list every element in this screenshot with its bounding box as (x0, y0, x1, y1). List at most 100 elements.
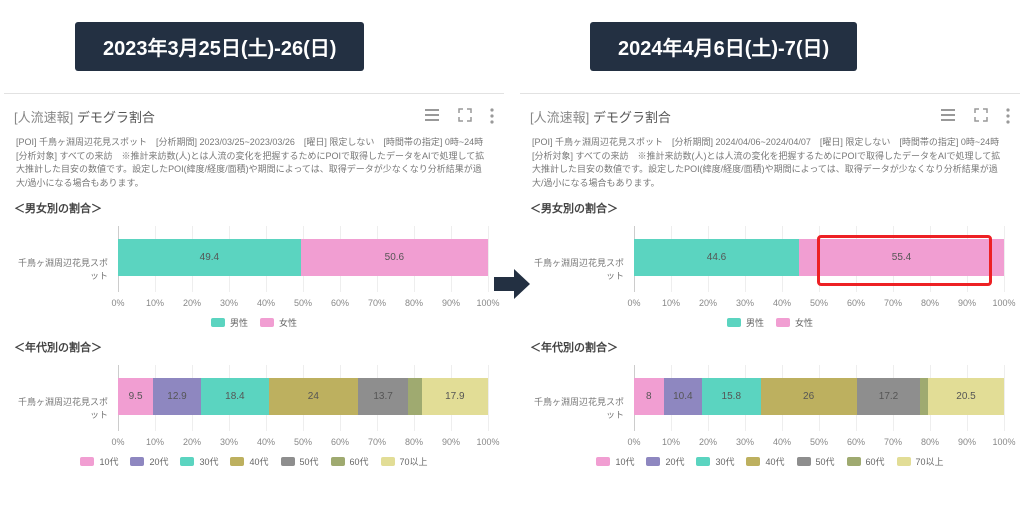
bar-segment: 49.4 (118, 239, 301, 276)
legend-gender: 男性女性 (14, 316, 494, 329)
axis-tick: 70% (368, 298, 386, 308)
panel-right: [人流速報] デモグラ割合 [POI] 千鳥ヶ淵周辺花見スポット [分析期間] … (520, 93, 1020, 513)
meta-text-left: [POI] 千鳥ヶ淵周辺花見スポット [分析期間] 2023/03/25~202… (14, 136, 494, 190)
axis-tick: 30% (220, 437, 238, 447)
section-title-age: ＜年代別の割合＞ (14, 339, 494, 355)
bar-segment: 13.7 (358, 378, 409, 415)
legend-item[interactable]: 30代 (696, 455, 734, 468)
bar-segment: 12.9 (153, 378, 201, 415)
date-header-left: 2023年3月25日(土)-26(日) (75, 22, 364, 71)
arrow-icon (492, 260, 532, 308)
legend-item[interactable]: 女性 (260, 316, 297, 329)
legend-item[interactable]: 70以上 (381, 455, 428, 468)
bar-segment: 26 (761, 378, 857, 415)
legend-item[interactable]: 男性 (727, 316, 764, 329)
axis-category-label: 千鳥ヶ淵周辺花見スポット (14, 395, 114, 421)
axis-tick: 90% (958, 298, 976, 308)
section-title-age: ＜年代別の割合＞ (530, 339, 1010, 355)
card-title: [人流速報] デモグラ割合 (14, 107, 155, 126)
bar-segment: 24 (269, 378, 358, 415)
axis-tick: 10% (146, 437, 164, 447)
axis-tick: 0% (627, 298, 640, 308)
chart-gender-right: 千鳥ヶ淵周辺花見スポット44.655.40%10%20%30%40%50%60%… (530, 226, 1010, 312)
axis-tick: 50% (294, 437, 312, 447)
axis-tick: 30% (220, 298, 238, 308)
legend-item[interactable]: 60代 (331, 455, 369, 468)
axis-tick: 60% (847, 298, 865, 308)
legend-item[interactable]: 50代 (281, 455, 319, 468)
chart-age-left: 千鳥ヶ淵周辺花見スポット9.512.918.42413.717.90%10%20… (14, 365, 494, 451)
bar-segment: 8 (634, 378, 664, 415)
axis-tick: 100% (476, 437, 499, 447)
panel-left: [人流速報] デモグラ割合 [POI] 千鳥ヶ淵周辺花見スポット [分析期間] … (4, 93, 504, 513)
axis-category-label: 千鳥ヶ淵周辺花見スポット (530, 256, 630, 282)
bar-segment: 10.4 (664, 378, 702, 415)
axis-tick: 50% (810, 437, 828, 447)
legend-item[interactable]: 50代 (797, 455, 835, 468)
bar-segment: 17.9 (422, 378, 488, 415)
chart-gender-left: 千鳥ヶ淵周辺花見スポット49.450.60%10%20%30%40%50%60%… (14, 226, 494, 312)
axis-tick: 0% (111, 298, 124, 308)
card-title: [人流速報] デモグラ割合 (530, 107, 671, 126)
bar-segment (408, 378, 421, 415)
legend-item[interactable]: 20代 (646, 455, 684, 468)
axis-tick: 40% (257, 298, 275, 308)
axis-tick: 100% (992, 437, 1015, 447)
axis-category-label: 千鳥ヶ淵周辺花見スポット (14, 256, 114, 282)
axis-tick: 80% (405, 298, 423, 308)
legend-item[interactable]: 20代 (130, 455, 168, 468)
list-icon[interactable] (940, 108, 956, 124)
axis-category-label: 千鳥ヶ淵周辺花見スポット (530, 395, 630, 421)
bar-segment: 18.4 (201, 378, 269, 415)
legend-age: 10代 20代 30代 40代 50代 60代 70以上 (14, 455, 494, 468)
axis-tick: 100% (992, 298, 1015, 308)
axis-tick: 20% (699, 437, 717, 447)
legend-item[interactable]: 女性 (776, 316, 813, 329)
legend-gender: 男性女性 (530, 316, 1010, 329)
legend-item[interactable]: 30代 (180, 455, 218, 468)
bar-segment (920, 378, 928, 415)
bar-segment: 55.4 (799, 239, 1004, 276)
axis-tick: 70% (884, 437, 902, 447)
axis-tick: 60% (331, 298, 349, 308)
bar-segment: 9.5 (118, 378, 153, 415)
bar-segment: 44.6 (634, 239, 799, 276)
chart-age-right: 千鳥ヶ淵周辺花見スポット810.415.82617.220.50%10%20%3… (530, 365, 1010, 451)
legend-age: 10代 20代 30代 40代 50代 60代 70以上 (530, 455, 1010, 468)
legend-item[interactable]: 60代 (847, 455, 885, 468)
more-icon[interactable] (490, 108, 494, 124)
legend-item[interactable]: 10代 (596, 455, 634, 468)
list-icon[interactable] (424, 108, 440, 124)
axis-tick: 0% (627, 437, 640, 447)
axis-tick: 40% (773, 437, 791, 447)
axis-tick: 70% (368, 437, 386, 447)
section-title-gender: ＜男女別の割合＞ (14, 200, 494, 216)
legend-item[interactable]: 男性 (211, 316, 248, 329)
bar-segment: 17.2 (857, 378, 921, 415)
bar-segment: 15.8 (702, 378, 760, 415)
bar-segment: 20.5 (928, 378, 1004, 415)
axis-tick: 30% (736, 298, 754, 308)
axis-tick: 70% (884, 298, 902, 308)
axis-tick: 10% (146, 298, 164, 308)
axis-tick: 80% (405, 437, 423, 447)
date-header-right: 2024年4月6日(土)-7(日) (590, 22, 857, 71)
legend-item[interactable]: 40代 (230, 455, 268, 468)
meta-text-right: [POI] 千鳥ヶ淵周辺花見スポット [分析期間] 2024/04/06~202… (530, 136, 1010, 190)
expand-icon[interactable] (458, 108, 472, 124)
axis-tick: 0% (111, 437, 124, 447)
axis-tick: 10% (662, 298, 680, 308)
legend-item[interactable]: 70以上 (897, 455, 944, 468)
bar-segment: 50.6 (301, 239, 488, 276)
axis-tick: 60% (331, 437, 349, 447)
axis-tick: 80% (921, 298, 939, 308)
axis-tick: 80% (921, 437, 939, 447)
axis-tick: 60% (847, 437, 865, 447)
axis-tick: 40% (773, 298, 791, 308)
axis-tick: 20% (183, 298, 201, 308)
legend-item[interactable]: 10代 (80, 455, 118, 468)
axis-tick: 90% (442, 437, 460, 447)
more-icon[interactable] (1006, 108, 1010, 124)
expand-icon[interactable] (974, 108, 988, 124)
legend-item[interactable]: 40代 (746, 455, 784, 468)
